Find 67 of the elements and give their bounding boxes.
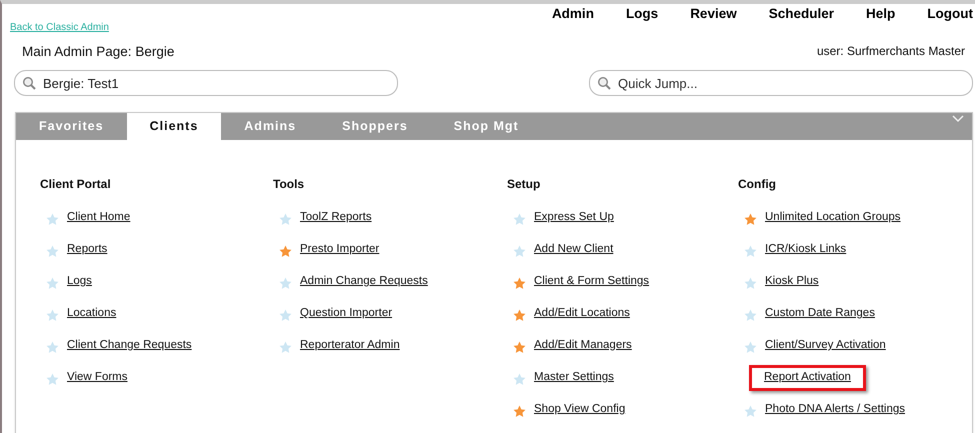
nav-link[interactable]: Admin [552, 4, 594, 28]
star-icon[interactable] [744, 405, 757, 418]
menu-link[interactable]: Add/Edit Managers [534, 337, 632, 354]
menu-link[interactable]: ToolZ Reports [300, 209, 372, 226]
star-icon[interactable] [46, 245, 59, 258]
column-heading: Setup [507, 176, 542, 193]
menu-link[interactable]: Client Change Requests [67, 337, 192, 354]
nav-link[interactable]: Logout [927, 4, 973, 28]
menu-link[interactable]: Client & Form Settings [534, 273, 650, 290]
menu-link[interactable]: Custom Date Ranges [765, 305, 875, 322]
star-icon[interactable] [46, 373, 59, 386]
star-icon[interactable] [513, 213, 526, 226]
quick-jump-field[interactable]: Quick Jump... [589, 70, 973, 96]
menu-link[interactable]: Logs [67, 273, 92, 290]
nav-link[interactable]: Logs [626, 4, 658, 28]
star-icon[interactable] [744, 341, 757, 354]
menu-link[interactable]: Kiosk Plus [765, 273, 819, 290]
star-icon[interactable] [46, 341, 59, 354]
menu-link[interactable]: Shop View Config [534, 401, 626, 418]
nav-link[interactable]: Scheduler [768, 4, 834, 28]
menu-link[interactable]: Master Settings [534, 369, 614, 386]
menu-link[interactable]: Report Activation [749, 365, 866, 392]
star-icon[interactable] [513, 245, 526, 258]
star-icon[interactable] [279, 309, 292, 322]
star-icon[interactable] [46, 309, 59, 322]
tab[interactable]: Clients [126, 113, 222, 140]
nav-link[interactable]: Review [690, 4, 737, 28]
star-icon[interactable] [279, 341, 292, 354]
star-icon[interactable] [46, 277, 59, 290]
menu-link[interactable]: Add/Edit Locations [534, 305, 630, 322]
star-icon[interactable] [513, 341, 526, 354]
star-icon[interactable] [279, 213, 292, 226]
client-search-field[interactable]: Bergie: Test1 [14, 70, 398, 96]
menu-link[interactable]: Unlimited Location Groups [765, 209, 901, 226]
search-icon [597, 76, 611, 90]
menu-link[interactable]: Locations [67, 305, 116, 322]
menu-link[interactable]: ICR/Kiosk Links [765, 241, 846, 258]
star-icon[interactable] [744, 309, 757, 322]
nav-link[interactable]: Help [866, 4, 896, 28]
menu-link[interactable]: Client/Survey Activation [765, 337, 886, 354]
star-icon[interactable] [279, 277, 292, 290]
menu-link[interactable]: Add New Client [534, 241, 614, 258]
menu-link[interactable]: Client Home [67, 209, 130, 226]
menu-link[interactable]: Presto Importer [300, 241, 380, 258]
star-icon[interactable] [513, 373, 526, 386]
menu-link[interactable]: Express Set Up [534, 209, 614, 226]
star-icon[interactable] [744, 277, 757, 290]
star-icon[interactable] [744, 245, 757, 258]
column-heading: Tools [273, 176, 306, 193]
page-title: Main Admin Page: Bergie [22, 43, 174, 61]
menu-link[interactable]: Reporterator Admin [300, 337, 400, 354]
star-icon[interactable] [279, 245, 292, 258]
chevron-icon[interactable] [952, 115, 964, 123]
column-heading: Config [738, 176, 777, 193]
menu-link[interactable]: Question Importer [300, 305, 392, 322]
menu-link[interactable]: Photo DNA Alerts / Settings [765, 401, 905, 418]
menu-link[interactable]: View Forms [67, 369, 128, 386]
star-icon[interactable] [744, 213, 757, 226]
user-label: user: Surfmerchants Master [816, 43, 965, 60]
search-icon [22, 76, 36, 90]
star-icon[interactable] [513, 277, 526, 290]
star-icon[interactable] [513, 405, 526, 418]
star-icon[interactable] [513, 309, 526, 322]
menu-link[interactable]: Admin Change Requests [300, 273, 428, 290]
column-heading: Client Portal [40, 176, 112, 193]
star-icon[interactable] [46, 213, 59, 226]
menu-link[interactable]: Reports [67, 241, 108, 258]
